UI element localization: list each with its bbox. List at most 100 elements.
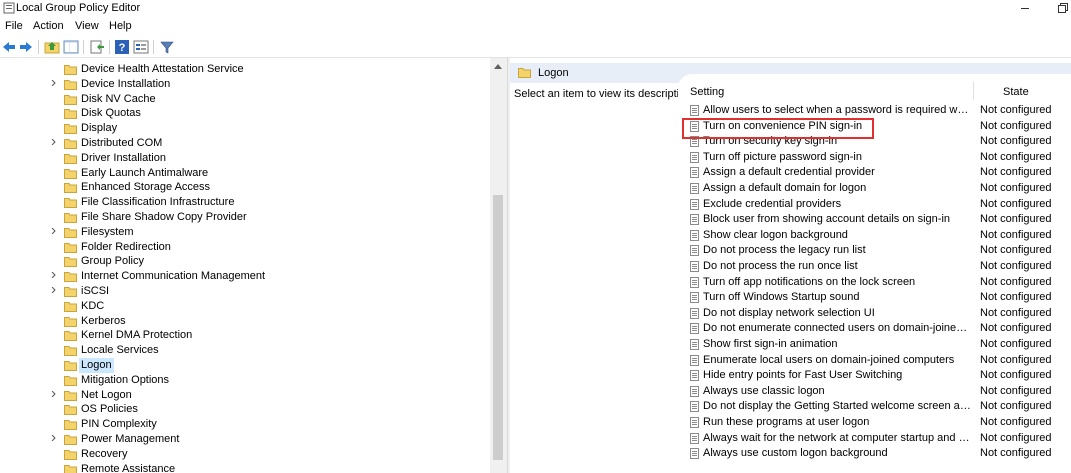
setting-name: Hide entry points for Fast User Switchin…	[703, 369, 903, 382]
tree-item-label: PIN Complexity	[81, 418, 157, 431]
policy-setting-icon	[690, 183, 699, 194]
scroll-up-icon[interactable]	[494, 64, 502, 69]
setting-state: Not configured	[980, 369, 1052, 382]
tree-item[interactable]: Driver Installation	[0, 151, 490, 166]
tree-item-label: Filesystem	[81, 225, 134, 238]
tree-item[interactable]: Device Installation	[0, 77, 490, 92]
tree-item-label: Locale Services	[81, 344, 159, 357]
tree-item[interactable]: Group Policy	[0, 254, 490, 269]
setting-row[interactable]: Always use custom logon background Not co…	[678, 446, 1071, 461]
tree-item[interactable]: File Share Shadow Copy Provider	[0, 210, 490, 225]
chevron-right-icon[interactable]	[51, 390, 57, 397]
setting-row[interactable]: Block user from showing account details …	[678, 212, 1071, 227]
tree-pane[interactable]: Device Health Attestation Service Device …	[0, 58, 507, 473]
setting-row[interactable]: Always use classic logon Not configured	[678, 384, 1071, 399]
tree-item[interactable]: Filesystem	[0, 225, 490, 240]
tree-scrollbar[interactable]	[490, 58, 507, 473]
menu-view[interactable]: View	[75, 20, 99, 32]
tree-item[interactable]: OS Policies	[0, 402, 490, 417]
properties-icon[interactable]	[133, 39, 149, 55]
menu-action[interactable]: Action	[33, 20, 64, 32]
setting-row[interactable]: Run these programs at user logon Not conf…	[678, 415, 1071, 430]
setting-row[interactable]: Do not enumerate connected users on doma…	[678, 321, 1071, 336]
chevron-right-icon[interactable]	[51, 272, 57, 279]
menu-help[interactable]: Help	[109, 20, 132, 32]
tree-item[interactable]: Internet Communication Management	[0, 269, 490, 284]
setting-row[interactable]: Allow users to select when a password is…	[678, 103, 1071, 118]
setting-name: Turn off app notifications on the lock s…	[703, 275, 916, 288]
setting-row[interactable]: Enumerate local users on domain-joined c…	[678, 353, 1071, 368]
help-icon[interactable]: ?	[114, 39, 130, 55]
show-hide-tree-icon[interactable]	[63, 39, 79, 55]
setting-row[interactable]: Show first sign-in animation Not configur…	[678, 337, 1071, 352]
up-folder-icon[interactable]	[44, 39, 60, 55]
setting-row[interactable]: Exclude credential providers Not configur…	[678, 197, 1071, 212]
tree-item[interactable]: Recovery	[0, 447, 490, 462]
chevron-right-icon[interactable]	[51, 287, 57, 293]
setting-name: Always use custom logon background	[703, 447, 888, 460]
tree-item[interactable]: Device Health Attestation Service	[0, 62, 490, 77]
policy-setting-icon	[690, 417, 699, 428]
menu-file[interactable]: File	[5, 20, 23, 32]
tree-item[interactable]: Kernel DMA Protection	[0, 328, 490, 343]
tree-item[interactable]: Display	[0, 121, 490, 136]
restore-button[interactable]	[1054, 0, 1071, 16]
setting-row[interactable]: Turn off Windows Startup sound Not config…	[678, 290, 1071, 305]
chevron-right-icon[interactable]	[51, 139, 57, 145]
folder-icon	[64, 405, 77, 416]
details-title: Logon	[538, 67, 569, 79]
column-header-setting[interactable]: Setting	[690, 86, 724, 98]
policy-setting-icon	[690, 432, 699, 444]
setting-row[interactable]: Show clear logon background Not configure…	[678, 228, 1071, 243]
tree-item[interactable]: Kerberos	[0, 314, 490, 329]
tree-item[interactable]: Mitigation Options	[0, 373, 490, 388]
tree-item[interactable]: Remote Assistance	[0, 462, 490, 473]
tree-item[interactable]: Disk Quotas	[0, 106, 490, 121]
setting-row[interactable]: Do not display the Getting Started welco…	[678, 399, 1071, 414]
setting-row[interactable]: Do not display network selection UI Not c…	[678, 306, 1071, 321]
folder-icon	[64, 242, 77, 253]
setting-state: Not configured	[980, 400, 1052, 413]
tree-item[interactable]: Enhanced Storage Access	[0, 180, 490, 195]
filter-icon[interactable]	[159, 39, 175, 55]
scrollbar-thumb[interactable]	[493, 195, 503, 460]
setting-row[interactable]: Do not process the legacy run list Not co…	[678, 243, 1071, 258]
tree-item[interactable]: Logon	[0, 358, 490, 373]
minimize-button[interactable]	[1016, 0, 1034, 16]
tree-item[interactable]: KDC	[0, 299, 490, 314]
tree-item[interactable]: Early Launch Antimalware	[0, 166, 490, 181]
tree-item-label: Group Policy	[81, 255, 144, 268]
setting-row[interactable]: Turn off app notifications on the lock s…	[678, 275, 1071, 290]
setting-row[interactable]: Turn off picture password sign-in Not con…	[678, 150, 1071, 165]
tree-item[interactable]: Folder Redirection	[0, 240, 490, 255]
setting-row[interactable]: Assign a default credential provider Not …	[678, 165, 1071, 180]
setting-row[interactable]: Hide entry points for Fast User Switchin…	[678, 368, 1071, 383]
tree-item[interactable]: iSCSI	[0, 284, 490, 299]
folder-icon	[64, 183, 77, 194]
tree-item[interactable]: Disk NV Cache	[0, 92, 490, 107]
chevron-right-icon[interactable]	[51, 227, 57, 234]
tree-item[interactable]: PIN Complexity	[0, 417, 490, 432]
setting-state: Not configured	[980, 244, 1052, 257]
tree-item-label: Net Logon	[81, 388, 132, 401]
tree-item[interactable]: Locale Services	[0, 343, 490, 358]
highlight-annotation	[682, 118, 874, 139]
tree-item[interactable]: Net Logon	[0, 388, 490, 403]
chevron-right-icon[interactable]	[51, 79, 57, 86]
folder-icon	[64, 301, 77, 312]
setting-row[interactable]: Always wait for the network at computer …	[678, 431, 1071, 446]
back-icon[interactable]	[1, 39, 17, 55]
tree-item[interactable]: File Classification Infrastructure	[0, 195, 490, 210]
setting-row[interactable]: Do not process the run once list Not conf…	[678, 259, 1071, 274]
tree-item[interactable]: Distributed COM	[0, 136, 490, 151]
setting-row[interactable]: Assign a default domain for logon Not con…	[678, 181, 1071, 196]
group-policy-app-icon	[3, 2, 15, 14]
setting-state: Not configured	[980, 384, 1052, 397]
forward-icon[interactable]	[18, 39, 34, 55]
tree-item[interactable]: Power Management	[0, 432, 490, 447]
chevron-right-icon[interactable]	[51, 435, 57, 441]
export-list-icon[interactable]	[89, 39, 105, 55]
tree-item-label: Device Installation	[81, 77, 171, 90]
setting-name: Do not display network selection UI	[703, 306, 875, 319]
column-header-state[interactable]: State	[1003, 86, 1029, 98]
